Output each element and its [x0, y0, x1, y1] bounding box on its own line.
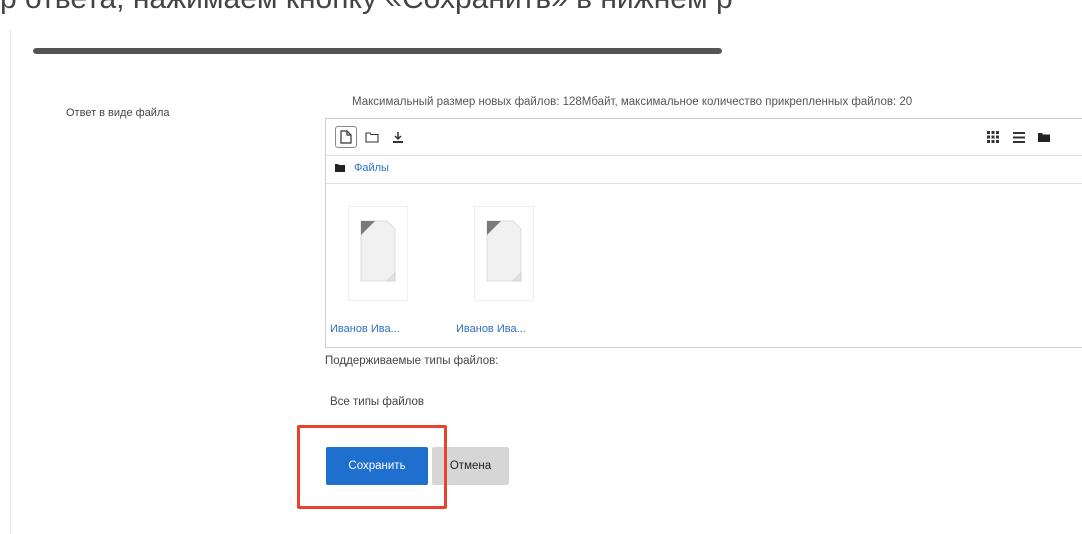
- file-item[interactable]: Иванов Ива...: [452, 206, 552, 346]
- upload-progress-fill: [33, 48, 722, 54]
- cancel-button[interactable]: Отмена: [432, 447, 509, 485]
- file-manager: Файлы Иванов Ива... Иванов Ива...: [325, 118, 1082, 348]
- tree-view-icon[interactable]: [1034, 127, 1054, 147]
- list-view-icon[interactable]: [1009, 127, 1029, 147]
- file-name[interactable]: Иванов Ива...: [330, 323, 400, 335]
- supported-types-value: Все типы файлов: [330, 396, 425, 408]
- supported-types-label: Поддерживаемые типы файлов:: [325, 355, 499, 367]
- file-answer-label: Ответ в виде файла: [66, 107, 170, 119]
- folder-add-icon[interactable]: [361, 126, 383, 148]
- breadcrumb-files-link[interactable]: Файлы: [354, 162, 389, 174]
- file-item[interactable]: Иванов Ива...: [326, 206, 426, 346]
- save-button[interactable]: Сохранить: [326, 447, 428, 485]
- left-border: [10, 30, 11, 534]
- file-icon: [474, 206, 534, 301]
- file-manager-toolbar: [326, 119, 1082, 156]
- instruction-text: р ответа, нажимаем кнопку «Сохранить» в …: [0, 0, 733, 16]
- file-add-icon[interactable]: [335, 126, 357, 148]
- download-icon[interactable]: [387, 126, 409, 148]
- instruction-text-fragment: р ответа, нажимаем кнопку «Сохранить» в …: [0, 0, 1082, 22]
- file-icon: [348, 206, 408, 301]
- file-name[interactable]: Иванов Ива...: [456, 323, 526, 335]
- max-size-note: Максимальный размер новых файлов: 128Мба…: [352, 96, 913, 108]
- upload-progress-bar: [33, 48, 722, 54]
- grid-view-icon[interactable]: [983, 127, 1003, 147]
- breadcrumb: Файлы: [326, 155, 1082, 184]
- folder-icon: [335, 164, 345, 172]
